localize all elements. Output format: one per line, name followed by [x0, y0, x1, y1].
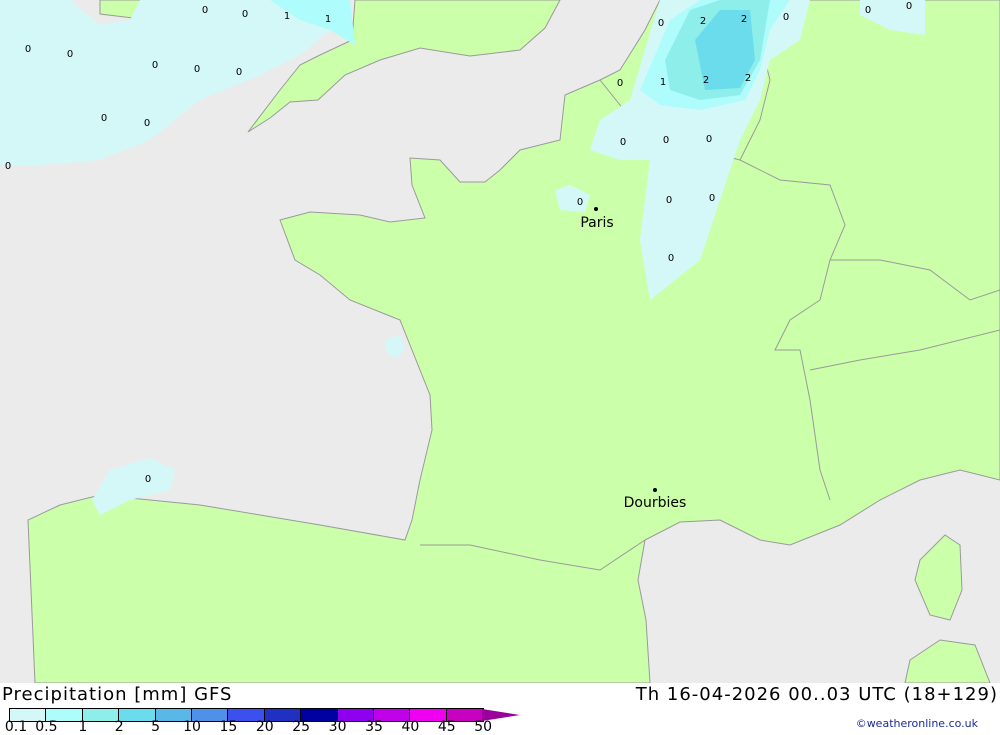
valid-time: Th 16-04-2026 00..03 UTC (18+129)	[635, 684, 998, 705]
legend-ticks: 0.1 0.5 1 2 5 10 15 20 25 30 35 40 45 50	[0, 719, 520, 735]
value-label: 0	[101, 113, 107, 124]
value-label: 0	[906, 1, 912, 12]
value-label: 0	[144, 118, 150, 129]
precipitation-map: 0 0 1 1 0 0 0 0 0 0 0 0 0 2 2 0 0 1 2 2 …	[0, 0, 1000, 683]
value-label: 1	[325, 14, 331, 25]
value-label: 0	[617, 78, 623, 89]
value-label: 0	[783, 12, 789, 23]
value-label: 0	[145, 474, 151, 485]
value-label: 0	[5, 161, 11, 172]
value-label: 0	[25, 44, 31, 55]
footer: Precipitation [mm] GFS Th 16-04-2026 00.…	[0, 683, 1000, 735]
value-label: 0	[666, 195, 672, 206]
map-title: Precipitation [mm] GFS	[2, 684, 233, 705]
value-label: 0	[709, 193, 715, 204]
value-label: 0	[865, 5, 871, 16]
value-label: 2	[741, 14, 747, 25]
city-label: Dourbies	[624, 495, 687, 511]
value-label: 0	[658, 18, 664, 29]
credit-link[interactable]: ©weatheronline.co.uk	[856, 717, 978, 730]
value-label: 0	[577, 197, 583, 208]
value-label: 0	[67, 49, 73, 60]
value-label: 0	[152, 60, 158, 71]
value-label: 0	[236, 67, 242, 78]
value-label: 2	[700, 16, 706, 27]
value-label: 0	[706, 134, 712, 145]
value-label: 0	[202, 5, 208, 16]
value-label: 0	[668, 253, 674, 264]
value-label: 0	[242, 9, 248, 20]
city-marker	[594, 207, 598, 211]
city-label: Paris	[580, 215, 613, 231]
value-label: 1	[660, 77, 666, 88]
value-label: 0	[663, 135, 669, 146]
value-label: 0	[194, 64, 200, 75]
city-marker	[653, 488, 657, 492]
value-label: 1	[284, 11, 290, 22]
value-label: 0	[620, 137, 626, 148]
value-label: 2	[745, 73, 751, 84]
value-label: 2	[703, 75, 709, 86]
